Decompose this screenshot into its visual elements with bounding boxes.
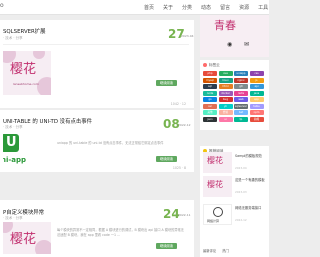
post-year-month: 2022-11 [178, 213, 191, 217]
post-card: UNI-TABLE 的 UNI-TD 没有点击事件 · 技术 · 分享 08 2… [0, 110, 194, 172]
mail-icon[interactable]: ✉ [244, 41, 249, 48]
post-title[interactable]: UNI-TABLE 的 UNI-TD 没有点击事件 [3, 117, 92, 125]
uniapp-logo-icon: U [3, 134, 19, 152]
post-meta: · 技术 · 分享 [3, 36, 23, 40]
nav-about[interactable]: 关于 [163, 4, 173, 11]
tag-cloud-panel: 标签云 php vue uniapp css mysql linux nginx js sql h… [200, 60, 269, 130]
tag-chip[interactable]: uniapp [234, 71, 248, 76]
nav-resources[interactable]: 资源 [239, 4, 249, 11]
post-meta: · 技术 · 分享 [3, 216, 23, 220]
tab-popular[interactable]: 热门 [222, 248, 229, 253]
tag-chip[interactable]: java [249, 90, 264, 96]
post-year-month: 2022-12 [178, 123, 191, 127]
tag-cloud-icon [203, 63, 207, 67]
tag-chip[interactable]: ui [218, 116, 233, 122]
site-logo[interactable]: o [0, 2, 4, 9]
tag-chip[interactable]: web [234, 97, 248, 102]
recommended-panel: 推荐阅读 樱花 Sampl的模板规范 2023-04 樱花 这是一个有趣的模板 … [200, 146, 269, 257]
post-card: 樱花 lansebhome.com 继续阅读 1042 · 12 [0, 44, 194, 108]
post-card: SQLSERVER扩展 · 技术 · 分享 27 2023-04 [0, 20, 194, 44]
tag-chip[interactable]: go [203, 97, 217, 102]
post-thumbnail[interactable]: 樱花 lansebhome.com [3, 51, 51, 95]
recommended-title[interactable]: Sampl的模板规范 [235, 154, 267, 159]
recommended-thumbnail[interactable]: 樱花 [203, 176, 232, 197]
tag-chip[interactable]: js [249, 77, 264, 83]
post-card: P自定义模块异常 · 技术 · 分享 24 2022-11 樱花 每个模块的异常… [0, 200, 194, 257]
tag-cloud-heading: 标签云 [209, 63, 220, 67]
nav-guestbook[interactable]: 留言 [220, 4, 230, 11]
post-year-month: 2023-04 [181, 34, 194, 38]
divider [3, 44, 189, 45]
seal-mark-text: 网络计算 [207, 219, 220, 223]
tag-chip[interactable]: yii [218, 103, 233, 109]
tag-chip[interactable]: html [218, 84, 233, 89]
tag-chip[interactable]: 前端 [249, 116, 264, 122]
tag-chip[interactable]: bat [234, 110, 248, 115]
tag-chip[interactable]: php [203, 71, 217, 76]
read-more-button[interactable]: 继续阅读 [156, 156, 177, 162]
sidebar-banner: 青春 ◉ ✉ [200, 15, 269, 57]
nav-home[interactable]: 首页 [144, 4, 154, 11]
post-excerpt: 每个模块的异常不一定相同，根据 A 模块进行的调试，B 模块出 api 接口 A… [57, 228, 184, 237]
tag-chip[interactable]: mysql [203, 77, 217, 83]
tag-chip[interactable]: app [249, 97, 264, 102]
post-stats: 1042 · 12 [170, 102, 186, 106]
banner-calligraphy: 青春 [214, 19, 236, 32]
seal-mark-icon [213, 207, 223, 217]
tag-chip[interactable]: 其他 [203, 110, 217, 115]
recommended-thumbnail[interactable]: 樱花 [203, 152, 232, 173]
uniapp-logo-letter: U [6, 135, 17, 150]
top-navbar: o 首页 关于 分类 动态 留言 资源 工具 [0, 0, 269, 15]
tag-chip[interactable]: json [203, 116, 217, 122]
recommended-title[interactable]: 网络无服务端接口 [235, 206, 267, 211]
tag-chip[interactable]: node [203, 90, 217, 96]
tag-chip[interactable]: npm [249, 110, 264, 115]
blossom-shape [37, 77, 51, 95]
tag-chip[interactable]: bug [218, 97, 233, 102]
post-title[interactable]: SQLSERVER扩展 [3, 27, 46, 35]
tag-chip[interactable]: sql [203, 84, 217, 89]
nav-category[interactable]: 分类 [182, 4, 192, 11]
github-icon[interactable]: ◉ [227, 41, 232, 48]
nav-tools[interactable]: 工具 [258, 4, 268, 11]
uniapp-brand-text: ni-app [3, 156, 27, 164]
thumbnail-watermark: lansebhome.com [13, 82, 39, 86]
tag-chip[interactable]: sqlserver [234, 103, 248, 109]
recommended-date: 2023-04 [235, 166, 247, 170]
tag-chip[interactable]: vue [218, 71, 233, 76]
tag-chip[interactable]: css [249, 71, 264, 76]
tag-chip[interactable]: table [249, 103, 264, 109]
post-title[interactable]: P自定义模块异常 [3, 208, 44, 216]
post-excerpt: uniapp 的 uni-table 的 uni-td 没有点击事件，无法正常给… [57, 141, 164, 145]
tag-chip[interactable]: 经验 [218, 110, 233, 115]
recommended-calligraphy: 樱花 [207, 156, 223, 165]
tag-chip[interactable]: git [234, 84, 248, 89]
recommended-title[interactable]: 这是一个有趣的模板 [235, 178, 267, 183]
main-nav: 首页 关于 分类 动态 留言 资源 工具 [144, 4, 277, 11]
tag-chip[interactable]: api [249, 84, 264, 89]
blossom-shape [35, 240, 51, 254]
tag-chip[interactable]: docker [218, 90, 233, 96]
tag-chip[interactable]: ssl [203, 103, 217, 109]
post-thumbnail[interactable]: U ni-app [3, 130, 51, 164]
tag-chip[interactable]: redis [234, 90, 248, 96]
thumbnail-calligraphy: 樱花 [10, 62, 37, 77]
tag-chip[interactable]: linux [218, 77, 233, 83]
recommended-date: 2022-12 [235, 218, 247, 222]
recommended-date: 2023-03 [235, 190, 247, 194]
post-thumbnail[interactable]: 樱花 [3, 222, 51, 254]
tab-latest-comments[interactable]: 最新评论 [203, 248, 216, 253]
read-more-button[interactable]: 继续阅读 [156, 80, 177, 86]
read-more-button[interactable]: 继续阅读 [156, 243, 177, 249]
thumbnail-calligraphy: 樱花 [10, 232, 37, 247]
post-stats: 1025 · 8 [172, 166, 186, 170]
nav-status[interactable]: 动态 [201, 4, 211, 11]
recommended-calligraphy: 樱花 [207, 180, 223, 189]
tag-chip[interactable]: tp [234, 116, 248, 122]
recommended-thumbnail[interactable]: 网络计算 [203, 204, 232, 225]
tag-chip[interactable]: nginx [234, 77, 248, 83]
sidebar-tabs: 最新评论 热门 [203, 248, 235, 253]
